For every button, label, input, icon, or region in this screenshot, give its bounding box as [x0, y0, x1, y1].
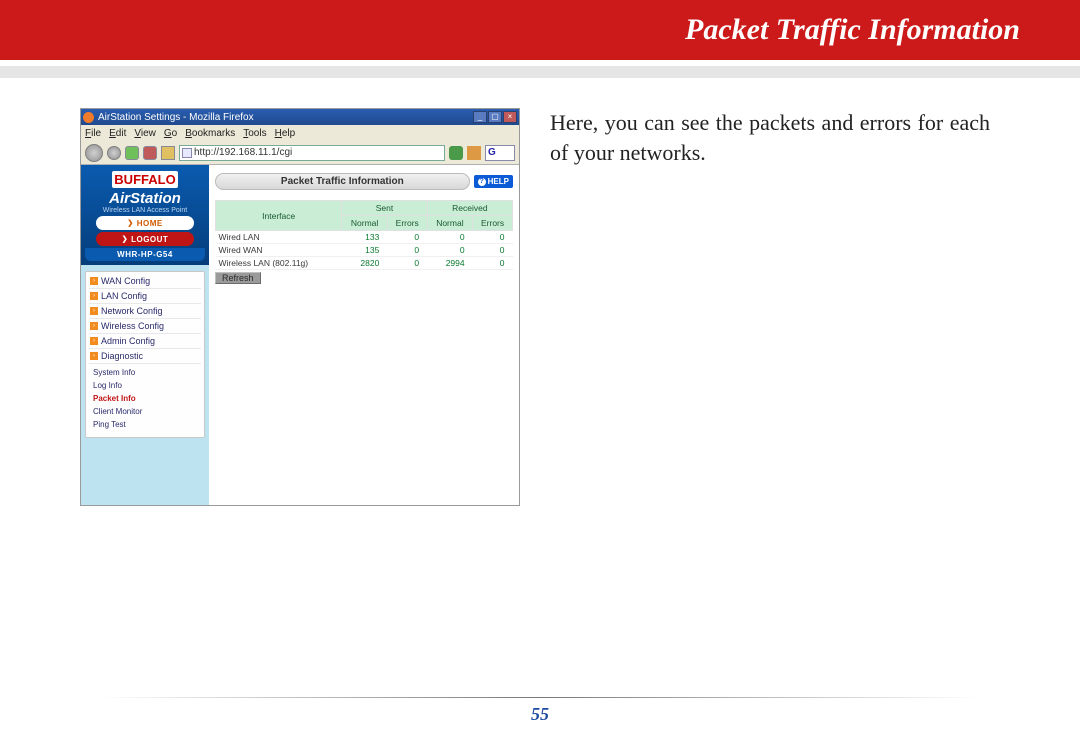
go-button[interactable]	[449, 146, 463, 160]
chevron-icon: ›	[90, 352, 98, 360]
cell-interface: Wireless LAN (802.11g)	[216, 257, 342, 270]
menu-view[interactable]: View	[134, 128, 156, 139]
maximize-button[interactable]: ▢	[488, 111, 502, 123]
stop-button[interactable]	[143, 146, 157, 160]
panel-title: Packet Traffic Information	[215, 173, 470, 190]
config-label: Diagnostic	[101, 351, 143, 361]
window-titlebar: AirStation Settings - Mozilla Firefox _ …	[81, 109, 519, 125]
config-label: LAN Config	[101, 291, 147, 301]
router-screenshot: AirStation Settings - Mozilla Firefox _ …	[80, 108, 520, 506]
back-button[interactable]	[85, 144, 103, 162]
sub-item[interactable]: Client Monitor	[89, 405, 201, 418]
search-box[interactable]: G	[485, 145, 515, 161]
description-text: Here, you can see the packets and errors…	[550, 108, 990, 506]
col-recv-errors: Errors	[473, 216, 513, 231]
router-sidebar: BUFFALO AirStation Wireless LAN Access P…	[81, 165, 209, 505]
refresh-button[interactable]: Refresh	[215, 272, 261, 284]
address-bar[interactable]: http://192.168.11.1/cgi	[179, 145, 445, 161]
sub-item[interactable]: Log Info	[89, 379, 201, 392]
config-item[interactable]: ›WAN Config	[89, 274, 201, 289]
bookmark-icon[interactable]	[467, 146, 481, 160]
chevron-icon: ›	[90, 322, 98, 330]
browser-menubar: File Edit View Go Bookmarks Tools Help	[81, 125, 519, 141]
window-title: AirStation Settings - Mozilla Firefox	[98, 112, 254, 123]
col-sent-errors: Errors	[387, 216, 427, 231]
home-button[interactable]	[161, 146, 175, 160]
cell-recv-errors: 0	[473, 257, 513, 270]
col-interface: Interface	[216, 201, 342, 231]
col-sent-normal: Normal	[342, 216, 387, 231]
config-label: Admin Config	[101, 336, 155, 346]
url-text: http://192.168.11.1/cgi	[194, 147, 292, 158]
config-item[interactable]: ›LAN Config	[89, 289, 201, 304]
cell-sent-errors: 0	[387, 257, 427, 270]
col-recv-normal: Normal	[427, 216, 472, 231]
cell-recv-normal: 0	[427, 244, 472, 257]
cell-sent-errors: 0	[387, 244, 427, 257]
page-number: 55	[0, 704, 1080, 725]
config-item[interactable]: ›Network Config	[89, 304, 201, 319]
site-icon	[182, 148, 192, 158]
menu-go[interactable]: Go	[164, 128, 177, 139]
cell-sent-normal: 133	[342, 231, 387, 244]
firefox-icon	[83, 112, 94, 123]
logout-button-pill[interactable]: LOGOUT	[96, 232, 194, 246]
page-footer: 55	[0, 697, 1080, 725]
cell-recv-errors: 0	[473, 244, 513, 257]
home-button-pill[interactable]: HOME	[96, 216, 194, 230]
config-item[interactable]: ›Admin Config	[89, 334, 201, 349]
chevron-icon: ›	[90, 337, 98, 345]
menu-file[interactable]: File	[85, 128, 101, 139]
table-row: Wired WAN135000	[216, 244, 513, 257]
chevron-icon: ›	[90, 307, 98, 315]
table-row: Wired LAN133000	[216, 231, 513, 244]
buffalo-logo: BUFFALO	[112, 171, 177, 188]
table-row: Wireless LAN (802.11g)2820029940	[216, 257, 513, 270]
config-label: Network Config	[101, 306, 163, 316]
cell-sent-normal: 135	[342, 244, 387, 257]
cell-interface: Wired LAN	[216, 231, 342, 244]
cell-sent-errors: 0	[387, 231, 427, 244]
menu-edit[interactable]: Edit	[109, 128, 126, 139]
main-panel: Packet Traffic Information HELP Interfac…	[209, 165, 519, 505]
config-item[interactable]: ›Diagnostic	[89, 349, 201, 364]
close-button[interactable]: ×	[503, 111, 517, 123]
col-received: Received	[427, 201, 512, 216]
cell-sent-normal: 2820	[342, 257, 387, 270]
menu-tools[interactable]: Tools	[243, 128, 266, 139]
help-button[interactable]: HELP	[474, 175, 513, 188]
cell-recv-errors: 0	[473, 231, 513, 244]
menu-help[interactable]: Help	[275, 128, 296, 139]
forward-button[interactable]	[107, 146, 121, 160]
product-name: AirStation	[85, 190, 205, 207]
sub-item[interactable]: System Info	[89, 366, 201, 379]
menu-bookmarks[interactable]: Bookmarks	[185, 128, 235, 139]
config-menu: ›WAN Config›LAN Config›Network Config›Wi…	[85, 271, 205, 438]
model-label: WHR-HP-G54	[85, 248, 205, 261]
config-item[interactable]: ›Wireless Config	[89, 319, 201, 334]
col-sent: Sent	[342, 201, 427, 216]
minimize-button[interactable]: _	[473, 111, 487, 123]
cell-recv-normal: 0	[427, 231, 472, 244]
browser-toolbar: http://192.168.11.1/cgi G	[81, 141, 519, 165]
cell-interface: Wired WAN	[216, 244, 342, 257]
traffic-table: Interface Sent Received Normal Errors No…	[215, 200, 513, 270]
cell-recv-normal: 2994	[427, 257, 472, 270]
sub-item[interactable]: Packet Info	[89, 392, 201, 405]
brand-block: BUFFALO AirStation Wireless LAN Access P…	[81, 165, 209, 265]
chevron-icon: ›	[90, 292, 98, 300]
divider-grey	[0, 66, 1080, 78]
config-label: WAN Config	[101, 276, 150, 286]
footer-rule	[40, 697, 1040, 698]
product-subtitle: Wireless LAN Access Point	[85, 207, 205, 214]
doc-title: Packet Traffic Information	[685, 13, 1020, 47]
reload-button[interactable]	[125, 146, 139, 160]
chevron-icon: ›	[90, 277, 98, 285]
sub-item[interactable]: Ping Test	[89, 418, 201, 431]
doc-header: Packet Traffic Information	[0, 0, 1080, 60]
config-label: Wireless Config	[101, 321, 164, 331]
